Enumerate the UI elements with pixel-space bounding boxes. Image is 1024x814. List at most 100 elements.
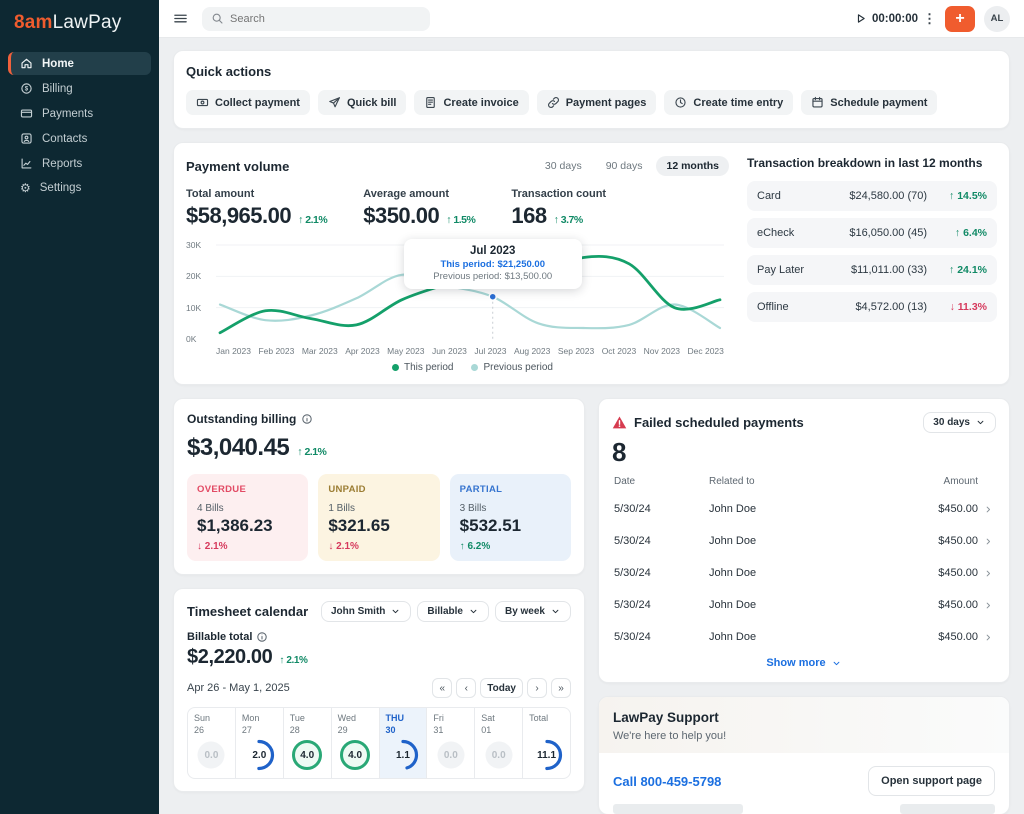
create-invoice-button[interactable]: Create invoice (414, 90, 528, 115)
legend-dot-icon (471, 364, 478, 371)
search-input[interactable] (230, 13, 421, 25)
chevron-right-icon[interactable] (983, 504, 994, 515)
previous-week-button[interactable]: ‹ (456, 678, 476, 698)
failed-payment-row[interactable]: 5/30/24John Doe$450.00 (612, 525, 996, 557)
stat-label: Average amount (363, 188, 475, 200)
day-cell-sat[interactable]: Sat010.0 (475, 707, 523, 779)
create-time-entry-button[interactable]: Create time entry (664, 90, 793, 115)
avatar[interactable]: AL (984, 6, 1010, 32)
failed-payments-count: 8 (612, 437, 996, 468)
billing-status-tiles: OVERDUE4 Bills$1,386.232.1%UNPAID1 Bills… (187, 474, 571, 561)
x-axis-tick: Jan 2023 (216, 346, 251, 356)
failed-payments-card: Failed scheduled payments 30 days 8 Date… (598, 398, 1010, 683)
row-amount: $450.00 (908, 567, 978, 579)
schedule-payment-button[interactable]: Schedule payment (801, 90, 937, 115)
play-icon[interactable] (854, 12, 867, 25)
failed-payments-table-body: 5/30/24John Doe$450.005/30/24John Doe$45… (612, 493, 996, 653)
schedule-payment-icon (811, 96, 824, 109)
day-of-week: Tue (290, 713, 325, 725)
range-90-days[interactable]: 90 days (596, 156, 653, 176)
failed-payment-row[interactable]: 5/30/24John Doe$450.00 (612, 557, 996, 589)
sidebar-item-billing[interactable]: $Billing (8, 77, 151, 100)
sidebar-item-contacts[interactable]: Contacts (8, 127, 151, 150)
hours-ring: 0.0 (434, 738, 468, 772)
trend-up-badge: 3.7% (554, 214, 583, 226)
chevron-right-icon[interactable] (983, 568, 994, 579)
chart-legend: This periodPrevious period (216, 362, 729, 373)
transaction-breakdown: Transaction breakdown in last 12 months … (747, 156, 997, 373)
trend-down-badge: 11.3% (950, 301, 987, 313)
menu-icon[interactable] (173, 11, 188, 26)
last-week-button[interactable]: » (551, 678, 571, 698)
first-week-button[interactable]: « (432, 678, 452, 698)
quick-bill-button[interactable]: Quick bill (318, 90, 407, 115)
filter-john-smith-dropdown[interactable]: John Smith (321, 601, 411, 622)
row-date: 5/30/24 (614, 567, 709, 579)
day-cell-wed[interactable]: Wed294.0 (332, 707, 380, 779)
payment-volume-chart: Jul 2023 This period: $21,250.00 Previou… (186, 239, 729, 343)
show-more-label: Show more (766, 657, 825, 669)
sidebar-item-reports[interactable]: Reports (8, 152, 151, 175)
chevron-right-icon[interactable] (983, 632, 994, 643)
day-cell-sun[interactable]: Sun260.0 (187, 707, 236, 779)
reports-icon (20, 157, 33, 170)
y-axis-tick: 30K (186, 240, 201, 250)
sidebar-item-settings[interactable]: ⚙Settings (8, 177, 151, 199)
row-related: John Doe (709, 567, 908, 579)
show-more-link[interactable]: Show more (612, 657, 996, 669)
search-box[interactable] (202, 7, 430, 31)
payment-pages-button[interactable]: Payment pages (537, 90, 657, 115)
day-cell-fri[interactable]: Fri310.0 (427, 707, 475, 779)
range-30-days[interactable]: 30 days (535, 156, 592, 176)
day-cell-tue[interactable]: Tue284.0 (284, 707, 332, 779)
failed-payment-row[interactable]: 5/30/24John Doe$450.00 (612, 493, 996, 525)
chevron-right-icon[interactable] (983, 536, 994, 547)
trend-down-badge: 2.1% (197, 541, 298, 552)
outstanding-billing-card: Outstanding billing $3,040.45 2.1% OVERD… (173, 398, 585, 575)
dashboard-content: Quick actions Collect payment Quick bill C… (159, 38, 1024, 814)
create-invoice-icon (424, 96, 437, 109)
billing-icon: $ (20, 82, 33, 95)
timer-widget[interactable]: 00:00:00 ⋮ (854, 12, 936, 25)
calendar-nav: «‹Today›» (432, 678, 571, 698)
right-column: Failed scheduled payments 30 days 8 Date… (598, 398, 1010, 814)
payments-icon (20, 107, 33, 120)
add-button[interactable]: + (945, 6, 975, 32)
timesheet-filters: John Smith Billable By week (321, 601, 571, 622)
sidebar-item-payments[interactable]: Payments (8, 102, 151, 125)
day-date (529, 725, 564, 737)
filter-by-week-dropdown[interactable]: By week (495, 601, 571, 622)
day-cell-mon[interactable]: Mon272.0 (236, 707, 284, 779)
breakdown-amount: $11,011.00 (33) (851, 264, 927, 276)
row-date: 5/30/24 (614, 503, 709, 515)
x-axis-tick: Oct 2023 (602, 346, 637, 356)
stat-label: Transaction count (511, 188, 606, 200)
failed-payments-range-dropdown[interactable]: 30 days (923, 412, 996, 433)
sidebar-item-home[interactable]: Home (8, 52, 151, 75)
day-cell-thu[interactable]: THU301.1 (380, 707, 428, 779)
x-axis-tick: Jun 2023 (432, 346, 467, 356)
app-window: 8amLawPay Home$BillingPaymentsContactsRe… (0, 0, 1024, 814)
next-week-button[interactable]: › (527, 678, 547, 698)
hours-value: 4.0 (290, 738, 324, 772)
today-button[interactable]: Today (480, 678, 523, 698)
quick-actions-title: Quick actions (186, 64, 997, 79)
chevron-right-icon[interactable] (983, 600, 994, 611)
support-call-link[interactable]: Call 800-459-5798 (613, 774, 721, 789)
hours-ring: 4.0 (338, 738, 372, 772)
row-date: 5/30/24 (614, 599, 709, 611)
tile-bills: 4 Bills (197, 503, 298, 514)
kebab-menu-icon[interactable]: ⋮ (923, 12, 936, 25)
failed-payment-row[interactable]: 5/30/24John Doe$450.00 (612, 589, 996, 621)
collect-payment-button[interactable]: Collect payment (186, 90, 310, 115)
failed-payment-row[interactable]: 5/30/24John Doe$450.00 (612, 621, 996, 653)
open-support-page-button[interactable]: Open support page (868, 766, 995, 796)
row-amount: $450.00 (908, 535, 978, 547)
x-axis-tick: Sep 2023 (558, 346, 594, 356)
info-icon[interactable] (256, 631, 268, 643)
breakdown-label: eCheck (757, 227, 841, 239)
range-12-months[interactable]: 12 months (656, 156, 729, 176)
info-icon[interactable] (301, 413, 313, 425)
filter-billable-dropdown[interactable]: Billable (417, 601, 489, 622)
day-cell-total[interactable]: Total 11.1 (523, 707, 571, 779)
